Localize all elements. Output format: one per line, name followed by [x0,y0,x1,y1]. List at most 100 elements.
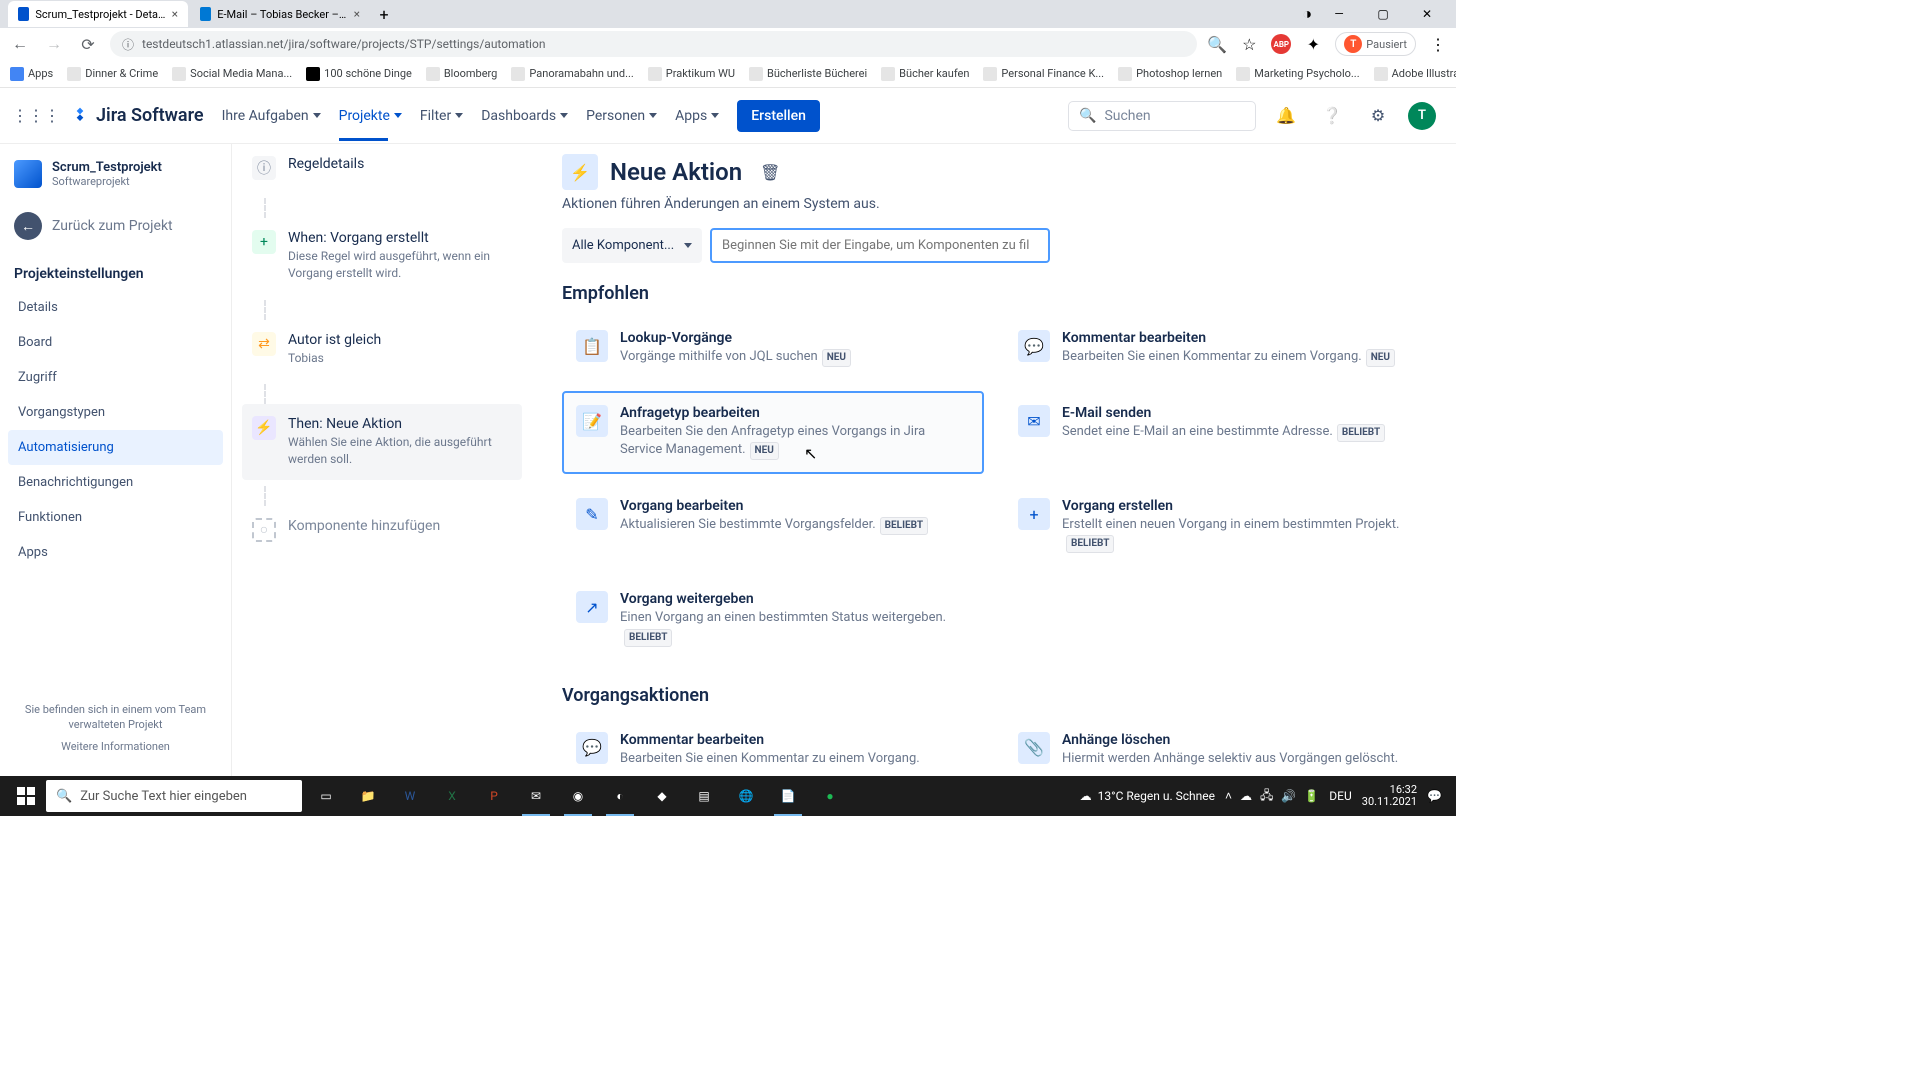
bookmark[interactable]: Adobe Illustrator [1374,67,1456,81]
sidebar-item-vorgangstypen[interactable]: Vorgangstypen [8,395,223,430]
battery-icon[interactable]: 🔋 [1304,789,1319,803]
nav-aufgaben[interactable]: Ihre Aufgaben [222,108,321,124]
bookmark[interactable]: 100 schöne Dinge [306,67,412,81]
powerpoint-icon[interactable]: P [474,776,514,816]
start-button[interactable] [6,776,46,816]
edge-icon[interactable]: 🌐 [726,776,766,816]
tray-chevron-icon[interactable]: ˄ [1225,789,1232,803]
sidebar-item-automatisierung[interactable]: Automatisierung [8,430,223,465]
abp-icon[interactable]: ABP [1271,34,1291,54]
sidebar-item-apps[interactable]: Apps [8,535,223,570]
close-tab-icon[interactable]: × [354,7,360,21]
action-card-vorgang-erstellen[interactable]: + Vorgang erstellenErstellt einen neuen … [1004,484,1426,567]
close-window-button[interactable]: ✕ [1410,4,1444,24]
bookmark[interactable]: Social Media Mana... [172,67,292,81]
notifications-icon[interactable]: 🔔 [1270,100,1302,132]
action-card-anhaenge-loeschen[interactable]: 📎 Anhänge löschenHiermit werden Anhänge … [1004,718,1426,776]
clock[interactable]: 16:32 30.11.2021 [1362,784,1417,808]
apps-bookmark[interactable]: Apps [10,67,53,81]
browser-tab[interactable]: Scrum_Testprojekt - Details - Jira × [8,1,188,27]
zoom-icon[interactable]: 🔍 [1207,34,1227,54]
back-button[interactable]: ← [8,32,32,56]
volume-icon[interactable]: 🔊 [1281,789,1296,803]
bookmark[interactable]: Marketing Psycholo... [1236,67,1359,81]
sidebar-item-details[interactable]: Details [8,290,223,325]
extensions-icon[interactable]: ✦ [1303,34,1323,54]
mail-icon[interactable]: ✉ [516,776,556,816]
more-info-link[interactable]: Weitere Informationen [18,739,213,754]
delete-icon[interactable]: 🗑 [760,163,780,182]
rule-action-row[interactable]: ⚡ Then: Neue Aktion Wählen Sie eine Akti… [242,404,522,480]
onedrive-icon[interactable]: ☁ [1240,789,1252,803]
task-view-icon[interactable]: ▭ [306,776,346,816]
bookmark[interactable]: Bloomberg [426,67,498,81]
chrome-icon[interactable]: ◉ [558,776,598,816]
action-card-kommentar-bearbeiten[interactable]: 💬 Kommentar bearbeitenBearbeiten Sie ein… [1004,316,1426,381]
app-icon[interactable]: ◆ [642,776,682,816]
nav-apps[interactable]: Apps [675,108,719,124]
browser-tab[interactable]: E-Mail – Tobias Becker – Outlook × [190,1,370,27]
action-card-kommentar-bearbeiten-2[interactable]: 💬 Kommentar bearbeitenBearbeiten Sie ein… [562,718,984,776]
rule-condition-row[interactable]: ⇄ Autor ist gleich Tobias [242,320,522,379]
excel-icon[interactable]: X [432,776,472,816]
action-card-lookup[interactable]: 📋 Lookup-VorgängeVorgänge mithilfe von J… [562,316,984,381]
rule-details-row[interactable]: ⓘ Regeldetails [242,144,522,192]
notification-center-icon[interactable]: 💬 [1427,789,1442,803]
bookmark[interactable]: Photoshop lernen [1118,67,1222,81]
profile-pausiert[interactable]: T Pausiert [1335,32,1416,56]
app-switcher-icon[interactable]: ⋮⋮⋮ [20,100,52,132]
bookmark[interactable]: Panoramabahn und... [511,67,633,81]
rule-when-row[interactable]: + When: Vorgang erstellt Diese Regel wir… [242,218,522,294]
bookmark[interactable]: Bücher kaufen [881,67,969,81]
sidebar-item-zugriff[interactable]: Zugriff [8,360,223,395]
forward-button[interactable]: → [42,32,66,56]
action-card-email[interactable]: ✉ E-Mail sendenSendet eine E-Mail an ein… [1004,391,1426,474]
maximize-button[interactable]: ▢ [1366,4,1400,24]
create-button[interactable]: Erstellen [737,100,820,132]
explorer-icon[interactable]: 📁 [348,776,388,816]
bookmark[interactable]: Dinner & Crime [67,67,158,81]
bookmark-star-icon[interactable]: ☆ [1239,34,1259,54]
help-icon[interactable]: ❔ [1316,100,1348,132]
taskbar-search[interactable]: 🔍 Zur Suche Text hier eingeben [46,780,302,812]
bookmark[interactable]: Bücherliste Bücherei [749,67,867,81]
nav-filter[interactable]: Filter [420,108,463,124]
reload-button[interactable]: ⟳ [76,32,100,56]
system-tray[interactable]: ˄ ☁ 🖧 🔊 🔋 [1225,786,1319,807]
new-tab-button[interactable]: + [372,2,396,26]
obs-icon[interactable]: ◐ [600,776,640,816]
component-select[interactable]: Alle Komponent... [562,228,702,263]
close-tab-icon[interactable]: × [172,7,178,21]
profile-avatar[interactable]: T [1408,102,1436,130]
project-header[interactable]: Scrum_Testprojekt Softwareprojekt [8,156,223,192]
nav-projekte[interactable]: Projekte [339,108,402,124]
sidebar-item-benachrichtigungen[interactable]: Benachrichtigungen [8,465,223,500]
bookmark[interactable]: Personal Finance K... [983,67,1104,81]
chevron-down-icon [394,113,402,118]
minimize-button[interactable]: — [1322,4,1356,24]
jira-logo[interactable]: Jira Software [70,105,204,126]
search-input[interactable]: 🔍 Suchen [1068,101,1256,131]
action-card-vorgang-bearbeiten[interactable]: ✎ Vorgang bearbeitenAktualisieren Sie be… [562,484,984,567]
sidebar-item-funktionen[interactable]: Funktionen [8,500,223,535]
bookmark[interactable]: Praktikum WU [648,67,735,81]
back-to-project[interactable]: ← Zurück zum Projekt [8,202,223,250]
component-filter-input[interactable] [710,228,1050,263]
settings-gear-icon[interactable]: ⚙ [1362,100,1394,132]
nav-personen[interactable]: Personen [586,108,657,124]
weather-widget[interactable]: ☁ 13°C Regen u. Schnee [1080,789,1215,803]
action-card-vorgang-weitergeben[interactable]: ↗ Vorgang weitergebenEinen Vorgang an ei… [562,577,984,660]
chrome-menu-icon[interactable]: ⋮ [1428,34,1448,54]
action-card-anfragetyp[interactable]: 📝 Anfragetyp bearbeitenBearbeiten Sie de… [562,391,984,474]
app-icon[interactable]: ▤ [684,776,724,816]
sidebar-item-board[interactable]: Board [8,325,223,360]
nav-dashboards[interactable]: Dashboards [481,108,568,124]
network-icon[interactable]: 🖧 [1260,786,1273,807]
site-info-icon[interactable]: ⓘ [122,36,134,53]
add-component-row[interactable]: ○ Komponente hinzufügen [242,506,522,554]
notepad-icon[interactable]: 📄 [768,776,808,816]
url-field[interactable]: ⓘ testdeutsch1.atlassian.net/jira/softwa… [110,31,1197,57]
word-icon[interactable]: W [390,776,430,816]
language-indicator[interactable]: DEU [1329,789,1351,803]
spotify-icon[interactable]: ● [810,776,850,816]
